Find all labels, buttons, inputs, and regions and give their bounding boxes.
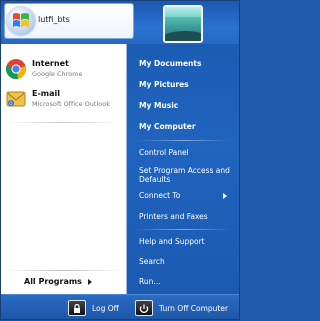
menu-divider xyxy=(135,140,232,141)
arrow-right-icon xyxy=(88,279,92,285)
menu-my-music[interactable]: My Music xyxy=(139,101,178,110)
menu-control-panel[interactable]: Control Panel xyxy=(139,148,189,157)
pinned-item-title: Internet xyxy=(32,59,69,68)
menu-search[interactable]: Search xyxy=(139,257,165,266)
user-header: lutfi_bts xyxy=(4,3,134,39)
pinned-programs-panel: Internet Google Chrome O E-mail Microsof… xyxy=(0,44,127,294)
menu-run[interactable]: Run... xyxy=(139,277,161,286)
log-off-label: Log Off xyxy=(92,303,119,313)
menu-divider xyxy=(135,229,232,230)
pinned-item-title: E-mail xyxy=(32,89,61,98)
all-programs-label: All Programs xyxy=(24,277,82,286)
chrome-icon xyxy=(5,58,27,80)
user-picture[interactable] xyxy=(163,5,203,43)
pinned-item-subtitle: Google Chrome xyxy=(32,70,83,78)
pinned-separator xyxy=(4,122,122,123)
pinned-item-internet[interactable]: Internet Google Chrome xyxy=(0,54,127,86)
all-programs-button[interactable]: All Programs xyxy=(0,272,127,292)
power-icon xyxy=(135,300,153,316)
menu-set-program-access-line2[interactable]: Defaults xyxy=(139,175,170,184)
menu-connect-to[interactable]: Connect To xyxy=(139,191,180,200)
svg-text:O: O xyxy=(9,101,12,106)
turn-off-label: Turn Off Computer xyxy=(159,303,229,313)
log-off-button[interactable]: Log Off xyxy=(68,299,119,317)
menu-set-program-access[interactable]: Set Program Access and xyxy=(139,166,230,175)
lock-icon xyxy=(68,300,86,316)
outlook-icon: O xyxy=(5,88,27,110)
all-programs-separator xyxy=(4,270,122,271)
menu-my-documents[interactable]: My Documents xyxy=(139,59,201,68)
arrow-right-icon xyxy=(223,193,227,199)
menu-my-pictures[interactable]: My Pictures xyxy=(139,80,189,89)
places-panel: My Documents My Pictures My Music My Com… xyxy=(127,44,240,294)
menu-my-computer[interactable]: My Computer xyxy=(139,122,196,131)
menu-printers-faxes[interactable]: Printers and Faxes xyxy=(139,212,208,221)
menu-help-support[interactable]: Help and Support xyxy=(139,237,205,246)
start-menu-footer: Log Off Turn Off Computer xyxy=(0,294,240,321)
windows-logo-icon xyxy=(7,7,35,35)
turn-off-button[interactable]: Turn Off Computer xyxy=(135,299,228,317)
pinned-item-email[interactable]: O E-mail Microsoft Office Outlook xyxy=(0,84,127,116)
user-name: lutfi_bts xyxy=(38,15,70,24)
pinned-item-subtitle: Microsoft Office Outlook xyxy=(32,100,110,108)
